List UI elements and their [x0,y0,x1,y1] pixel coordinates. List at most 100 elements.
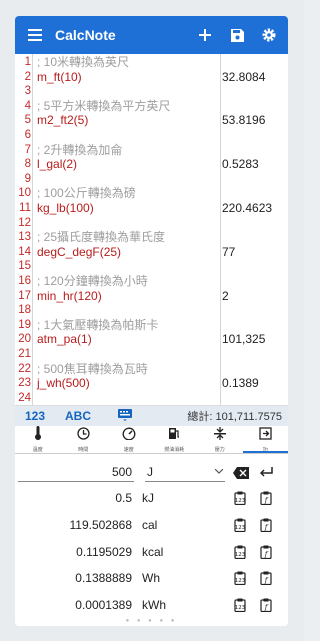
svg-text:f: f [264,497,269,505]
converted-value: 0.5 [115,491,132,505]
converted-value: 0.1195029 [76,544,132,559]
editor-line[interactable]: 16 ; 120分鐘轉換為小時 [15,274,288,289]
editor-line[interactable]: 4 ; 5平方米轉換為平方英尺 [15,99,288,114]
svg-text:123: 123 [235,605,246,611]
copy-value-button[interactable]: 123 [234,491,246,508]
editor-line[interactable]: 8 l_gal(2) 0.5283 [15,157,288,172]
line-number: 18 [18,304,31,317]
converted-unit: kJ [142,491,154,505]
editor-line[interactable]: 7 ; 2升轉換為加侖 [15,143,288,158]
tab-pressure[interactable]: 壓力 [197,426,243,453]
tab-label: 功 [262,446,268,453]
editor-line[interactable]: 13 ; 25攝氏度轉換為華氏度 [15,230,288,245]
editor-line[interactable]: 23 j_wh(500) 0.1389 [15,376,288,391]
enter-button[interactable] [259,466,274,484]
tab-fuel[interactable]: 燃油消耗 [152,426,198,453]
svg-text:123: 123 [235,552,246,558]
clipboard-number-icon: 123 [234,598,246,615]
settings-button[interactable] [260,26,278,44]
conversion-row: 0.5 kJ 123 f [15,485,288,511]
line-number: 15 [18,260,31,273]
editor-line[interactable]: 6 [15,128,288,143]
comment-text: ; 500焦耳轉換為瓦時 [37,361,148,376]
editor-line[interactable]: 3 [15,84,288,99]
editor-line[interactable]: 18 [15,303,288,318]
expression-text: degC_degF(25) [37,244,122,259]
expression-text: l_gal(2) [37,157,78,172]
backspace-button[interactable] [233,466,249,484]
copy-expression-button[interactable]: f [260,598,272,615]
tab-clock[interactable]: 時間 [61,426,107,453]
unit-dropdown[interactable]: J [145,462,225,482]
editor-line[interactable]: 15 [15,259,288,274]
menu-button[interactable] [15,29,55,41]
copy-expression-button[interactable]: f [260,571,272,588]
editor-line[interactable]: 1 ; 10米轉換為英尺 [15,55,288,70]
save-button[interactable] [228,26,246,44]
copy-expression-button[interactable]: f [260,518,272,535]
conversion-row: 0.1388889 Wh 123 f [15,565,288,591]
clipboard-function-icon: f [260,545,272,562]
editor-line[interactable]: 9 [15,172,288,187]
editor-line[interactable]: 20 atm_pa(1) 101,325 [15,332,288,347]
clipboard-function-icon: f [260,491,272,508]
comment-text: ; 1大氣壓轉換為帕斯卡 [37,317,159,332]
editor-line[interactable]: 12 [15,216,288,231]
app-bar: CalcNote [15,16,288,54]
editor-line[interactable]: 10 ; 100公斤轉換為磅 [15,186,288,201]
chevron-down-icon [215,469,223,474]
alpha-keyboard-tab[interactable]: ABC [65,409,91,423]
input-value-field[interactable]: 500 [18,462,134,482]
conversion-row: 0.1195029 kcal 123 f [15,539,288,565]
expression-text: m_ft(10) [37,69,82,84]
clipboard-number-icon: 123 [234,571,246,588]
editor-line[interactable]: 22 ; 500焦耳轉換為瓦時 [15,362,288,377]
editor-line[interactable]: 11 kg_lb(100) 220.4623 [15,201,288,216]
comment-text: ; 25攝氏度轉換為華氏度 [37,230,166,245]
tab-thermometer[interactable]: 溫度 [15,426,61,453]
tab-speedometer[interactable]: 速度 [106,426,152,453]
converted-value: 119.502868 [69,517,132,532]
tab-energy[interactable]: 功 [242,426,289,453]
copy-value-button[interactable]: 123 [234,518,246,535]
plus-icon [199,29,211,41]
menu-icon [28,29,42,41]
keyboard-icon[interactable] [118,409,132,424]
editor-line[interactable]: 2 m_ft(10) 32.8084 [15,70,288,85]
expression-text: m2_ft2(5) [37,113,89,128]
svg-text:123: 123 [235,498,246,504]
editor-line[interactable]: 14 degC_degF(25) 77 [15,245,288,260]
editor-line[interactable]: 5 m2_ft2(5) 53.8196 [15,113,288,128]
line-number: 21 [18,348,31,360]
line-number: 11 [19,202,31,214]
conversion-row: 0.0001389 kWh 123 f [15,592,288,618]
pressure-icon [213,426,226,445]
line-number: 9 [24,172,31,185]
line-number: 6 [24,129,31,141]
copy-expression-button[interactable]: f [260,545,272,562]
editor-line[interactable]: 17 min_hr(120) 2 [15,289,288,304]
svg-text:f: f [264,523,269,531]
line-number: 3 [24,85,31,98]
line-result: 53.8196 [222,113,266,128]
copy-value-button[interactable]: 123 [234,598,246,615]
line-result: 0.1389 [222,376,259,391]
copy-value-button[interactable]: 123 [234,571,246,588]
code-editor[interactable]: 1 ; 10米轉換為英尺 2 m_ft(10) 32.8084 3 4 ; 5平方米轉換為平方… [15,54,288,406]
app-title: CalcNote [55,27,116,43]
add-button[interactable] [196,26,214,44]
converted-unit: kcal [142,544,164,559]
editor-line[interactable]: 19 ; 1大氣壓轉換為帕斯卡 [15,318,288,333]
line-number: 5 [24,114,31,127]
editor-line[interactable]: 21 [15,347,288,362]
clipboard-function-icon: f [260,598,272,615]
editor-line[interactable]: 24 [15,391,288,405]
numeric-keyboard-tab[interactable]: 123 [25,409,45,423]
line-result: 77 [222,244,236,259]
copy-expression-button[interactable]: f [260,491,272,508]
converted-value: 0.0001389 [75,598,132,613]
line-number: 13 [18,231,31,244]
copy-value-button[interactable]: 123 [234,545,246,562]
mode-bar: 123 ABC 總計: 101,711.7575 [15,406,288,426]
enter-icon [259,467,273,477]
